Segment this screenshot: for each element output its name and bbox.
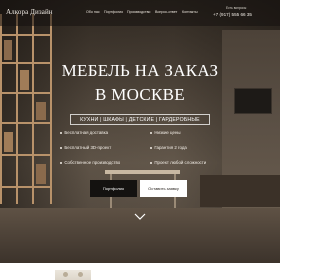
site-header: Алкора Дизайн Обо нас Портфолио Производ… — [0, 0, 280, 26]
logo[interactable]: Алкора Дизайн — [6, 8, 53, 16]
bullet-icon — [60, 131, 63, 135]
product-image-detail — [63, 272, 68, 277]
page-title-line2: В МОСКВЕ — [95, 85, 185, 104]
feature-item: Собственное производство — [60, 160, 120, 165]
feature-item: Гарантия 2 года — [150, 145, 187, 150]
feature-item: Бесплатный 3D-проект — [60, 145, 111, 150]
background-table — [105, 170, 180, 174]
next-section — [0, 263, 280, 280]
nav-item-contacts[interactable]: Контакты — [182, 10, 198, 14]
request-button[interactable]: Оставить заявку — [140, 180, 187, 197]
product-image — [55, 270, 91, 280]
bullet-icon — [60, 161, 63, 165]
portfolio-button[interactable]: Портфолио — [90, 180, 137, 197]
product-image-detail — [78, 272, 83, 277]
feature-item: Бесплатная доставка — [60, 130, 108, 135]
bullet-icon — [150, 161, 153, 165]
feature-item: Проект любой сложности — [150, 160, 206, 165]
nav-item-production[interactable]: Производство — [127, 10, 150, 14]
hero-section: Алкора Дизайн Обо нас Портфолио Производ… — [0, 0, 280, 263]
category-subtitle: КУХНИ | ШКАФЫ | ДЕТСКИЕ | ГАРДЕРОБНЫЕ — [70, 114, 210, 125]
feature-item: Низкие цены — [150, 130, 181, 135]
phone-link[interactable]: +7 (917) 555 66 35 — [213, 12, 252, 17]
contact-label: Есть вопросы — [226, 6, 247, 10]
nav-item-about[interactable]: Обо нас — [86, 10, 100, 14]
background-cabinet — [200, 175, 280, 207]
bullet-icon — [150, 131, 153, 135]
chevron-down-icon[interactable] — [134, 213, 146, 221]
nav-item-portfolio[interactable]: Портфолио — [104, 10, 123, 14]
background-shelving — [0, 14, 52, 204]
page-title-line1: МЕБЕЛЬ НА ЗАКАЗ — [61, 61, 219, 80]
nav-item-faq[interactable]: Вопрос-ответ — [155, 10, 177, 14]
bullet-icon — [60, 146, 63, 150]
bullet-icon — [150, 146, 153, 150]
